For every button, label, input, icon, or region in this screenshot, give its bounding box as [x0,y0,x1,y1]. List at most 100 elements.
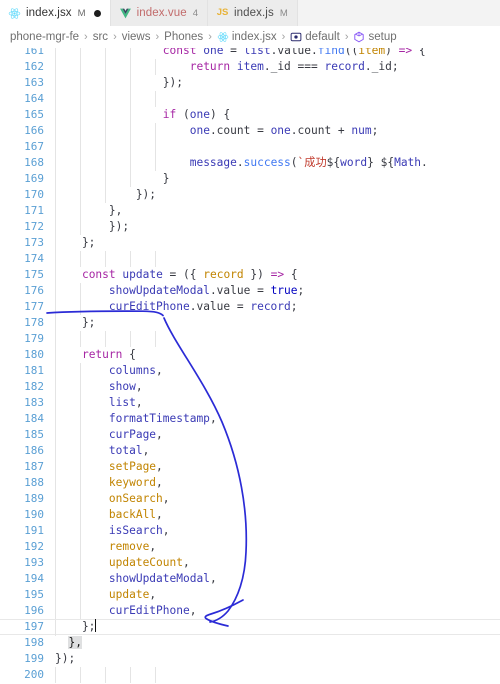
code-token: return [81,348,123,361]
tab-index-jsx[interactable]: index.jsx M [0,0,111,26]
indent-guide [55,667,56,683]
code-text: one.count = one.count + num; [55,123,379,139]
indent-guide [55,251,56,267]
code-text: curPage, [55,427,163,443]
indent-guide [55,91,56,107]
breadcrumb-separator: › [281,31,286,43]
code-line[interactable]: 192 remove, [0,539,500,555]
indent-guide [80,331,81,347]
code-line[interactable]: 186 total, [0,443,500,459]
code-line[interactable]: 168 message.success(`成功${word} ${Math. [0,155,500,171]
code-line[interactable]: 197 }; [0,619,500,636]
code-line[interactable]: 170 }); [0,187,500,203]
code-line[interactable]: 193 updateCount, [0,555,500,571]
code-token: ) { [209,108,231,121]
code-editor[interactable]: 161 const one = list.value.find((item) =… [0,48,500,684]
tab-dirty-indicator[interactable] [93,9,101,17]
code-token: , [162,524,170,537]
code-line[interactable]: 163 }); [0,75,500,91]
breadcrumb-separator: › [155,31,160,43]
code-token: isSearch [108,524,163,537]
code-token: = ({ [162,268,204,281]
breadcrumb-item-index-jsx[interactable]: index.jsx [217,31,277,43]
tab-index-vue[interactable]: index.vue 4 [110,0,209,26]
code-token: item [358,48,386,57]
code-line[interactable]: 196 curEditPhone, [0,603,500,619]
code-line[interactable]: 199}); [0,651,500,667]
breadcrumb-item-src[interactable]: src [93,31,108,43]
line-number: 169 [24,172,44,185]
code-token: list [108,396,136,409]
code-text: curEditPhone, [55,603,197,619]
code-line[interactable]: 187 setPage, [0,459,500,475]
code-line[interactable]: 172 }); [0,219,500,235]
code-line[interactable]: 180 return { [0,347,500,363]
code-token: record [250,300,291,313]
code-line[interactable]: 189 onSearch, [0,491,500,507]
code-line[interactable]: 198 }, [0,635,500,651]
code-line[interactable]: 183 list, [0,395,500,411]
line-number: 187 [24,460,44,473]
code-text: const update = ({ record }) => { [55,267,298,283]
code-token: => [398,48,413,57]
code-line[interactable]: 178 }; [0,315,500,331]
code-line[interactable]: 200 [0,667,500,683]
code-line[interactable]: 185 curPage, [0,427,500,443]
code-line[interactable]: 184 formatTimestamp, [0,411,500,427]
code-line[interactable]: 161 const one = list.value.find((item) =… [0,48,500,59]
breadcrumb-item-phone-mgr-fe[interactable]: phone-mgr-fe [10,31,79,43]
code-line[interactable]: 167 [0,139,500,155]
indent-guide [155,251,156,267]
code-line[interactable]: 165 if (one) { [0,107,500,123]
code-line[interactable]: 169 } [0,171,500,187]
code-line[interactable]: 171 }, [0,203,500,219]
code-line[interactable]: 177 curEditPhone.value = record; [0,299,500,315]
code-line[interactable]: 194 showUpdateModal, [0,571,500,587]
code-line[interactable]: 162 return item._id === record._id; [0,59,500,75]
code-line[interactable]: 182 show, [0,379,500,395]
line-number: 162 [24,60,44,73]
breadcrumb-label: index.jsx [231,31,277,43]
line-number: 188 [24,476,44,489]
breadcrumb-item-views[interactable]: views [122,31,151,43]
line-number: 175 [24,268,44,281]
code-line[interactable]: 166 one.count = one.count + num; [0,123,500,139]
code-text: }); [55,187,156,203]
code-token: .count + [290,124,352,137]
breadcrumb-item-setup[interactable]: setup [353,31,397,43]
code-line[interactable]: 188 keyword, [0,475,500,491]
text-cursor [95,619,97,632]
breadcrumb-item-phones[interactable]: Phones [164,31,203,43]
code-token: if [162,108,177,121]
breadcrumb-item-default[interactable]: default [290,31,340,43]
tab-bar-empty-area [297,0,500,26]
code-line[interactable]: 174 [0,251,500,267]
code-line[interactable]: 176 showUpdateModal.value = true; [0,283,500,299]
breadcrumb-separator: › [84,31,88,43]
code-line[interactable]: 164 [0,91,500,107]
breadcrumb-label: default [305,31,340,43]
code-token: .value. [270,48,318,57]
indent-guide [105,331,106,347]
indent-guide [155,331,156,347]
code-token: }; [55,236,96,249]
code-line[interactable]: 181 columns, [0,363,500,379]
code-token: , [162,492,170,505]
line-number: 186 [24,444,44,457]
code-token: }); [55,188,157,201]
code-line[interactable]: 195 update, [0,587,500,603]
tab-index-js[interactable]: JS index.js M [208,0,298,26]
code-line[interactable]: 173 }; [0,235,500,251]
code-line[interactable]: 175 const update = ({ record }) => { [0,267,500,283]
code-text: }); [55,651,75,667]
code-line[interactable]: 191 isSearch, [0,523,500,539]
code-token: , [156,364,163,377]
code-token: true [270,284,298,297]
code-line[interactable]: 190 backAll, [0,507,500,523]
code-token: }) [243,268,271,281]
code-line[interactable]: 179 [0,331,500,347]
